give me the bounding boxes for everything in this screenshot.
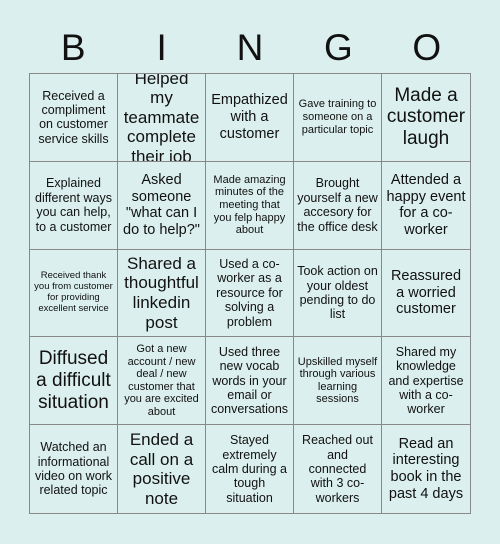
bingo-cell[interactable]: Used a co-worker as a resource for solvi…: [206, 249, 294, 338]
bingo-cell-text: Gave training to someone on a particular…: [298, 98, 377, 136]
bingo-cell-text: Received a compliment on customer servic…: [38, 88, 109, 146]
bingo-cell[interactable]: Stayed extremely calm during a tough sit…: [206, 425, 294, 513]
bingo-cell[interactable]: Took action on your oldest pending to do…: [294, 249, 382, 338]
bingo-cell-text: Used three new vocab words in your email…: [210, 344, 289, 417]
bingo-cell[interactable]: Brought yourself a new accesory for the …: [294, 161, 382, 250]
bingo-cell-text: Made amazing minutes of the meeting that…: [213, 173, 286, 237]
bingo-cell[interactable]: Reassured a worried customer: [382, 250, 470, 338]
bingo-cell[interactable]: Reached out and connected with 3 co-work…: [294, 425, 382, 513]
bingo-cell-text: Upskilled myself through various learnin…: [297, 355, 378, 406]
bingo-card-grid: Received a compliment on customer servic…: [29, 73, 471, 514]
bingo-cell-text: Brought yourself a new accesory for the …: [297, 176, 378, 234]
bingo-cell[interactable]: Shared a thoughtful linkedin post: [118, 249, 206, 338]
bingo-cell[interactable]: Read an interesting book in the past 4 d…: [382, 425, 470, 513]
header-letter-g: G: [324, 27, 353, 68]
bingo-cell-text: Diffused a difficult situation: [36, 348, 111, 413]
bingo-cell-text: Stayed extremely calm during a tough sit…: [211, 433, 288, 505]
bingo-cell-text: Reassured a worried customer: [390, 267, 462, 318]
header-letter-b: B: [60, 27, 86, 68]
bingo-cell-text: Asked someone "what can I do to help?": [123, 171, 200, 238]
bingo-cell[interactable]: Attended a happy event for a co-worker: [382, 162, 470, 250]
bingo-cell-text: Helped my teammate complete their job: [123, 74, 200, 162]
bingo-cell-text: Empathized with a customer: [211, 92, 288, 142]
bingo-header: B I N G O: [29, 28, 471, 68]
bingo-cell[interactable]: Got a new account / new deal / new custo…: [118, 337, 206, 426]
bingo-cell[interactable]: Ended a call on a positive note: [118, 425, 206, 513]
bingo-cell-text: Shared my knowledge and expertise with a…: [388, 344, 464, 417]
bingo-cell-text: Explained different ways you can help, t…: [35, 176, 112, 234]
bingo-cell[interactable]: Upskilled myself through various learnin…: [294, 337, 382, 426]
bingo-cell[interactable]: Made amazing minutes of the meeting that…: [206, 161, 294, 250]
bingo-cell[interactable]: Made a customer laugh: [382, 74, 470, 162]
header-letter-n: N: [236, 27, 264, 68]
bingo-cell[interactable]: Helped my teammate complete their job: [118, 74, 206, 162]
bingo-cell-text: Got a new account / new deal / new custo…: [124, 342, 199, 419]
bingo-cell-text: Shared a thoughtful linkedin post: [124, 253, 199, 332]
bingo-cell[interactable]: Watched an informational video on work r…: [30, 425, 118, 513]
bingo-cell[interactable]: Received thank you from customer for pro…: [30, 249, 118, 338]
bingo-cell-text: Made a customer laugh: [386, 84, 466, 150]
bingo-cell-text: Watched an informational video on work r…: [34, 440, 113, 498]
bingo-cell[interactable]: Received a compliment on customer servic…: [30, 74, 118, 162]
bingo-cell-text: Used a co-worker as a resource for solvi…: [216, 257, 283, 329]
bingo-cell-text: Read an interesting book in the past 4 d…: [388, 435, 464, 502]
bingo-cell-text: Ended a call on a positive note: [129, 430, 194, 508]
bingo-cell-text: Received thank you from customer for pro…: [34, 270, 113, 314]
bingo-cell-text: Attended a happy event for a co-worker: [386, 171, 466, 238]
header-letter-i: I: [156, 27, 167, 68]
bingo-cell[interactable]: Asked someone "what can I do to help?": [118, 161, 206, 250]
bingo-cell[interactable]: Diffused a difficult situation: [30, 337, 118, 426]
bingo-cell[interactable]: Empathized with a customer: [206, 74, 294, 162]
bingo-cell[interactable]: Gave training to someone on a particular…: [294, 74, 382, 162]
header-letter-o: O: [412, 27, 442, 68]
bingo-cell[interactable]: Shared my knowledge and expertise with a…: [382, 337, 470, 426]
bingo-cell-text: Took action on your oldest pending to do…: [297, 264, 378, 322]
bingo-cell-text: Reached out and connected with 3 co-work…: [302, 433, 373, 505]
bingo-cell[interactable]: Used three new vocab words in your email…: [206, 337, 294, 426]
bingo-cell[interactable]: Explained different ways you can help, t…: [30, 161, 118, 250]
